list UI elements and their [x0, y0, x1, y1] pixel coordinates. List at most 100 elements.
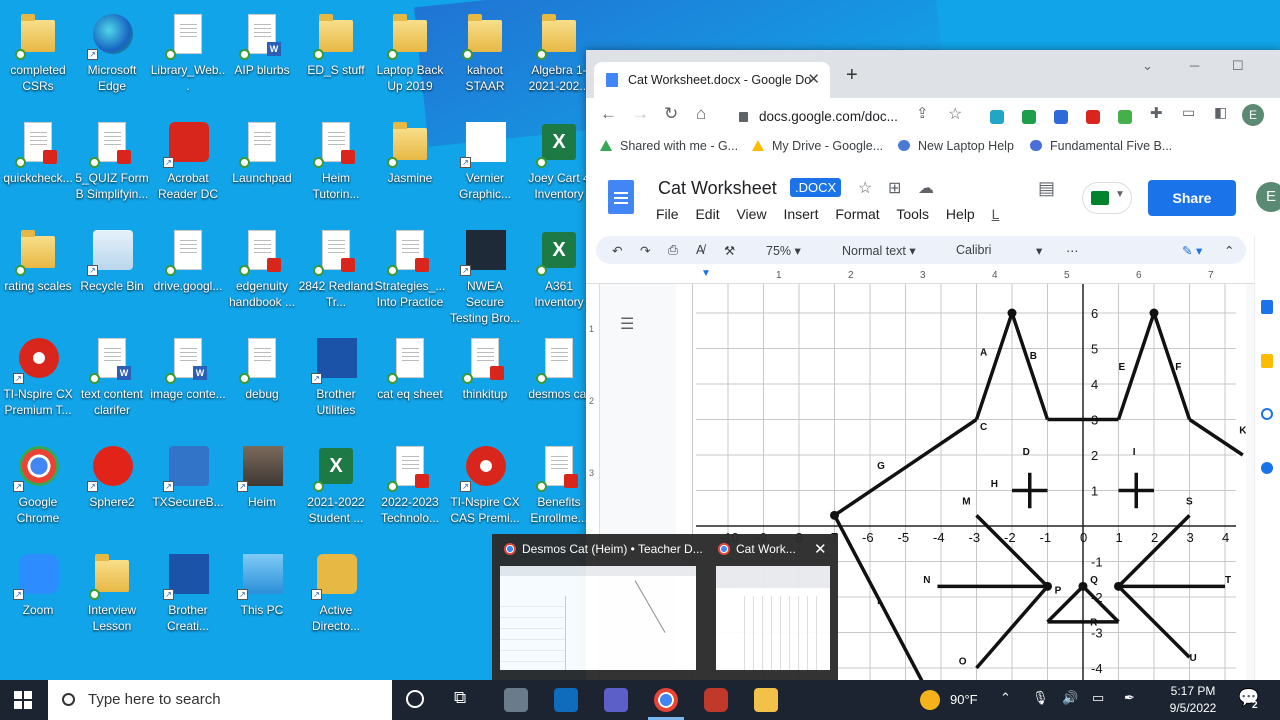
desktop-icon[interactable]: ↗ Acrobat Reader DC: [150, 114, 226, 218]
document-outline-icon[interactable]: ☰: [620, 314, 634, 334]
weather-icon[interactable]: [920, 690, 940, 710]
desktop-icon[interactable]: Laptop Back Up 2019: [372, 6, 448, 110]
chevron-down-icon[interactable]: ▾: [1036, 243, 1042, 258]
star-icon[interactable]: ☆: [858, 178, 872, 198]
contacts-icon[interactable]: [1261, 462, 1273, 474]
last-edit-link[interactable]: L: [992, 206, 1000, 222]
file-explorer-icon[interactable]: [754, 688, 778, 712]
menu-edit[interactable]: Edit: [695, 206, 719, 222]
indent-marker-icon[interactable]: ▼: [701, 268, 711, 279]
desktop-icon[interactable]: ↗ TI-Nspire CX Premium T...: [0, 330, 76, 434]
undo-icon[interactable]: ↶: [612, 243, 622, 258]
desktop-icon[interactable]: ↗ TXSecureB...: [150, 438, 226, 542]
taskbar-search[interactable]: Type here to search: [48, 680, 392, 720]
side-panel-icon[interactable]: ◧: [1214, 104, 1227, 121]
menu-file[interactable]: File: [656, 206, 679, 222]
calendar-icon[interactable]: [1261, 300, 1273, 314]
desktop-icon[interactable]: ↗ NWEA Secure Testing Bro...: [447, 222, 523, 326]
desktop-icon[interactable]: Interview Lesson: [74, 546, 150, 650]
desktop-icon[interactable]: 2842 Redland Tr...: [298, 222, 374, 326]
desktop-icon[interactable]: Wtext content clarifer: [74, 330, 150, 434]
desktop-icon[interactable]: thinkitup: [447, 330, 523, 434]
desktop-icon[interactable]: ↗ This PC: [224, 546, 300, 650]
task-view-icon[interactable]: ⧉: [454, 688, 466, 708]
extension-4-icon[interactable]: [1118, 110, 1132, 124]
desktop-icon[interactable]: 5_QUIZ Form B Simplifyin...: [74, 114, 150, 218]
desktop-icon[interactable]: ↗ TI-Nspire CX CAS Premi...: [447, 438, 523, 542]
forward-icon[interactable]: →: [632, 104, 649, 124]
cloud-status-icon[interactable]: ☁: [918, 178, 934, 198]
tab-search-icon[interactable]: ⌄: [1142, 58, 1153, 74]
desktop-icon[interactable]: ↗ Sphere2: [74, 438, 150, 542]
thumbnail-cat-worksheet[interactable]: Cat Work...: [718, 542, 796, 556]
collapse-toolbar-icon[interactable]: ⌃: [1224, 243, 1234, 258]
chevron-up-icon[interactable]: ⌃: [1000, 690, 1011, 706]
volume-icon[interactable]: 🔊: [1062, 690, 1078, 706]
extensions-puzzle-icon[interactable]: ✚: [1150, 104, 1163, 122]
desktop-icon[interactable]: ↗ Microsoft Edge: [74, 6, 150, 110]
back-icon[interactable]: ←: [600, 104, 617, 124]
desktop-icon[interactable]: ↗ Vernier Graphic...: [447, 114, 523, 218]
desktop-icon[interactable]: completed CSRs: [0, 6, 76, 110]
tab-cat-worksheet[interactable]: Cat Worksheet.docx - Google Do ✕: [594, 62, 830, 98]
menu-view[interactable]: View: [736, 206, 766, 222]
extension-pdf-icon[interactable]: [1086, 110, 1100, 124]
desktop-icon[interactable]: ↗ Recycle Bin: [74, 222, 150, 326]
menu-tools[interactable]: Tools: [896, 206, 929, 222]
menu-insert[interactable]: Insert: [783, 206, 818, 222]
desktop-icon[interactable]: ↗ Active Directo...: [298, 546, 374, 650]
desktop-icon[interactable]: W AIP blurbs: [224, 6, 300, 110]
maximize-button[interactable]: ☐: [1232, 58, 1244, 74]
bookmark-shared[interactable]: Shared with me - G...: [600, 139, 738, 153]
comments-icon[interactable]: ▤: [1038, 178, 1055, 199]
document-title[interactable]: Cat Worksheet: [658, 178, 777, 199]
app-icon[interactable]: [504, 688, 528, 712]
meet-button[interactable]: ▼: [1082, 182, 1132, 214]
bookmark-laptop-help[interactable]: New Laptop Help: [898, 139, 1014, 153]
desktop-icon[interactable]: ↗ Zoom: [0, 546, 76, 650]
desktop-icon[interactable]: drive.googl...: [150, 222, 226, 326]
home-icon[interactable]: ⌂: [696, 104, 706, 124]
desktop-icon[interactable]: X 2021-2022 Student ...: [298, 438, 374, 542]
battery-icon[interactable]: ▭: [1092, 690, 1104, 706]
bookmark-fundamental-five[interactable]: Fundamental Five B...: [1030, 139, 1172, 153]
teams-icon[interactable]: [604, 688, 628, 712]
cortana-icon[interactable]: [406, 690, 424, 708]
move-folder-icon[interactable]: ⊞: [888, 178, 901, 198]
desktop-icon[interactable]: 2022-2023 Technolo...: [372, 438, 448, 542]
desktop-icon[interactable]: ↗ Brother Utilities: [298, 330, 374, 434]
desktop-icon[interactable]: ED_S stuff: [298, 6, 374, 110]
desktop-icon[interactable]: Library_Web...: [150, 6, 226, 110]
extension-3-icon[interactable]: [1054, 110, 1068, 124]
style-select[interactable]: Normal text ▾: [842, 243, 916, 258]
profile-avatar[interactable]: E: [1242, 104, 1264, 126]
desktop-icon[interactable]: Heim Tutorin...: [298, 114, 374, 218]
close-preview-icon[interactable]: ✕: [814, 540, 827, 558]
docs-thumbnail-image[interactable]: [716, 566, 830, 670]
desktop-icon[interactable]: ↗ Brother Creati...: [150, 546, 226, 650]
chrome-taskbar-icon[interactable]: [654, 688, 678, 712]
desktop-icon[interactable]: edgenuity handbook ...: [224, 222, 300, 326]
start-button[interactable]: [14, 691, 32, 709]
pen-icon[interactable]: ✒: [1124, 690, 1135, 706]
desktop-icon[interactable]: Wimage conte...: [150, 330, 226, 434]
temperature[interactable]: 90°F: [950, 692, 978, 707]
new-tab-button[interactable]: +: [846, 64, 858, 87]
print-icon[interactable]: ⎙: [668, 243, 678, 258]
font-select[interactable]: Calibri: [956, 243, 991, 257]
cast-icon[interactable]: ▭: [1182, 104, 1195, 121]
clock[interactable]: 5:17 PM 9/5/2022: [1160, 683, 1226, 717]
minimize-button[interactable]: ─: [1190, 58, 1199, 73]
desmos-thumbnail-image[interactable]: [500, 566, 696, 670]
share-button[interactable]: Share: [1148, 180, 1236, 216]
spellcheck-icon[interactable]: A̸: [696, 243, 704, 257]
desktop-icon[interactable]: kahoot STAAR: [447, 6, 523, 110]
desktop-icon[interactable]: rating scales: [0, 222, 76, 326]
app-taskbar-icon[interactable]: [704, 688, 728, 712]
paint-format-icon[interactable]: ⚒: [724, 243, 735, 258]
desktop-icon[interactable]: Launchpad: [224, 114, 300, 218]
close-tab-icon[interactable]: ✕: [807, 62, 820, 98]
desktop-icon[interactable]: quickcheck...: [0, 114, 76, 218]
reload-icon[interactable]: ↻: [664, 104, 678, 124]
zoom-select[interactable]: 75% ▾: [766, 243, 801, 258]
